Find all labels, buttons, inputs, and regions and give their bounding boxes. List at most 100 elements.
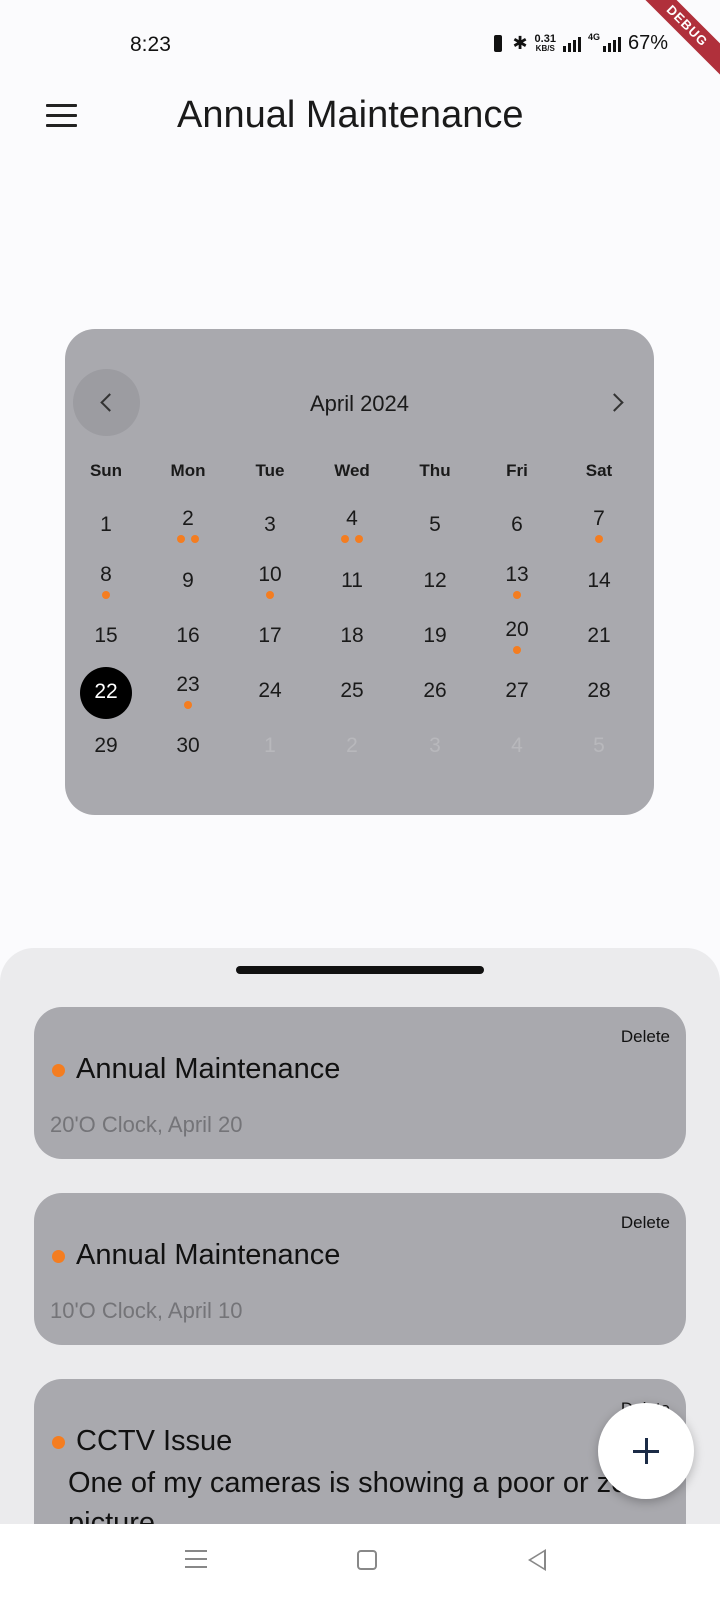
calendar-day[interactable]: 1 [78, 499, 134, 555]
calendar-day[interactable]: 4 [324, 499, 380, 555]
event-dot-icon [52, 1436, 65, 1449]
weekday-label: Thu [419, 461, 451, 480]
event-indicator [489, 591, 545, 599]
calendar-day[interactable]: 3 [407, 720, 463, 776]
day-number: 1 [100, 513, 112, 536]
next-month-button[interactable] [592, 369, 642, 436]
vibrate-icon [491, 33, 505, 55]
event-title: CCTV Issue [76, 1425, 233, 1457]
event-dot-icon [52, 1064, 65, 1077]
network-speed: 0.31 KB/S [534, 32, 556, 53]
event-indicator [160, 701, 216, 709]
calendar-day[interactable]: 5 [571, 720, 627, 776]
day-number: 17 [258, 624, 282, 647]
calendar-day[interactable]: 20 [489, 610, 545, 666]
event-indicator [489, 646, 545, 654]
weekday-label: Wed [334, 461, 370, 480]
calendar-day[interactable]: 5 [407, 499, 463, 555]
calendar-day[interactable]: 28 [571, 665, 627, 721]
day-number: 15 [94, 624, 118, 647]
day-number: 11 [341, 569, 363, 592]
calendar-day[interactable]: 2 [324, 720, 380, 776]
event-dot-icon [184, 701, 192, 709]
event-dot-icon [177, 535, 185, 543]
calendar-day[interactable]: 2 [160, 499, 216, 555]
calendar-day[interactable]: 25 [324, 665, 380, 721]
sheet-drag-handle[interactable] [236, 966, 484, 974]
recent-apps-icon[interactable] [185, 1550, 207, 1570]
status-time: 8:23 [130, 33, 171, 56]
weekday-label: Sat [585, 461, 613, 480]
event-dot-icon [513, 591, 521, 599]
calendar-day[interactable]: 12 [407, 555, 463, 611]
calendar-day[interactable]: 9 [160, 555, 216, 611]
delete-button[interactable]: Delete [621, 1027, 670, 1047]
calendar-day[interactable]: 19 [407, 610, 463, 666]
calendar-day[interactable]: 27 [489, 665, 545, 721]
calendar-day[interactable]: 14 [571, 555, 627, 611]
day-number: 18 [340, 624, 364, 647]
event-dot-icon [341, 535, 349, 543]
calendar: April 2024 Sun Mon Tue Wed Thu Fri Sat 1234567… [65, 329, 654, 815]
event-card[interactable]: Delete Annual Maintenance 20'O Clock, Ap… [34, 1007, 686, 1159]
network-type: 4G [587, 32, 600, 42]
calendar-day[interactable]: 3 [242, 499, 298, 555]
event-indicator [160, 535, 216, 543]
calendar-day-selected[interactable]: 22 [80, 667, 132, 719]
home-icon[interactable] [357, 1550, 377, 1570]
back-icon[interactable] [528, 1549, 546, 1571]
calendar-day[interactable]: 29 [78, 720, 134, 776]
day-number: 8 [100, 563, 112, 586]
day-number: 29 [94, 734, 118, 757]
weekday-label: Tue [255, 461, 285, 480]
event-title: Annual Maintenance [76, 1239, 341, 1271]
calendar-day[interactable]: 10 [242, 555, 298, 611]
event-dot-icon [355, 535, 363, 543]
system-nav-bar [0, 1524, 720, 1600]
calendar-day[interactable]: 30 [160, 720, 216, 776]
calendar-day[interactable]: 7 [571, 499, 627, 555]
signal-icon [562, 36, 581, 52]
day-number: 3 [264, 513, 276, 536]
chevron-right-icon [605, 393, 624, 412]
network-speed-value: 0.31 [534, 32, 556, 45]
day-number: 23 [176, 673, 200, 696]
event-indicator [242, 591, 298, 599]
day-number: 1 [264, 734, 276, 757]
network-speed-unit: KB/S [535, 43, 555, 53]
calendar-day[interactable]: 21 [571, 610, 627, 666]
calendar-day[interactable]: 17 [242, 610, 298, 666]
calendar-day[interactable]: 4 [489, 720, 545, 776]
add-event-button[interactable] [598, 1403, 694, 1499]
weekday-label: Sun [89, 461, 123, 480]
calendar-day[interactable]: 23 [160, 665, 216, 721]
day-number: 14 [587, 569, 611, 592]
day-number: 12 [423, 569, 447, 592]
event-dot-icon [52, 1250, 65, 1263]
hamburger-menu-icon[interactable] [46, 104, 78, 128]
event-dot-icon [266, 591, 274, 599]
bluetooth-icon: ✱ [512, 33, 528, 54]
event-card[interactable]: Delete Annual Maintenance 10'O Clock, Ap… [34, 1193, 686, 1345]
event-indicator [571, 535, 627, 543]
calendar-day[interactable]: 8 [78, 555, 134, 611]
event-dot-icon [191, 535, 199, 543]
day-number: 9 [182, 569, 194, 592]
calendar-day[interactable]: 16 [160, 610, 216, 666]
calendar-day[interactable]: 24 [242, 665, 298, 721]
delete-button[interactable]: Delete [621, 1213, 670, 1233]
calendar-day[interactable]: 13 [489, 555, 545, 611]
day-number: 3 [429, 734, 441, 757]
event-dot-icon [513, 646, 521, 654]
day-number: 16 [176, 624, 200, 647]
event-dot-icon [102, 591, 110, 599]
day-number: 2 [346, 734, 358, 757]
calendar-day[interactable]: 6 [489, 499, 545, 555]
calendar-day[interactable]: 11 [324, 555, 380, 611]
calendar-day[interactable]: 26 [407, 665, 463, 721]
calendar-day[interactable]: 18 [324, 610, 380, 666]
day-number: 5 [429, 513, 441, 536]
calendar-day[interactable]: 1 [242, 720, 298, 776]
calendar-day[interactable]: 15 [78, 610, 134, 666]
day-number: 13 [505, 563, 529, 586]
